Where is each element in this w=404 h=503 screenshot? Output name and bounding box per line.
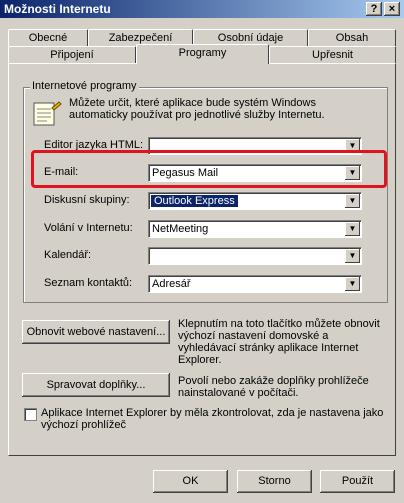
tab-uprestnit[interactable]: Upřesnit: [269, 46, 396, 63]
tab-programy[interactable]: Programy: [136, 44, 269, 64]
tab-label: Obecné: [28, 32, 68, 44]
internet-call-value: NetMeeting: [152, 223, 209, 235]
chevron-down-icon[interactable]: ▼: [345, 277, 360, 291]
newsgroups-label: Diskusní skupiny:: [44, 194, 130, 206]
manage-addons-button[interactable]: Spravovat doplňky...: [22, 373, 170, 397]
contacts-value: Adresář: [152, 278, 191, 290]
calendar-label: Kalendář:: [44, 249, 92, 261]
window-title: Možnosti Internetu: [4, 2, 111, 16]
tab-label: Zabezpečení: [108, 32, 173, 44]
manage-addons-description: Povolí nebo zakáže doplňky prohlížeče na…: [178, 375, 369, 399]
internet-call-label: Volání v Internetu:: [44, 222, 133, 234]
chevron-down-icon[interactable]: ▼: [345, 249, 360, 263]
tab-obsah[interactable]: Obsah: [308, 29, 396, 46]
group-description: Můžete určit, které aplikace bude systém…: [69, 97, 325, 121]
close-button[interactable]: ×: [384, 2, 400, 16]
internet-call-select[interactable]: NetMeeting ▼: [148, 220, 362, 238]
contacts-label: Seznam kontaktů:: [44, 277, 133, 289]
apply-button[interactable]: Použít: [320, 470, 395, 493]
default-browser-checkbox[interactable]: [24, 408, 37, 421]
calendar-select[interactable]: ▼: [148, 247, 362, 265]
ok-button[interactable]: OK: [153, 470, 228, 493]
tab-label: Upřesnit: [312, 49, 353, 61]
tab-pripojeni[interactable]: Připojení: [8, 46, 136, 63]
chevron-down-icon[interactable]: ▼: [345, 194, 360, 208]
group-title: Internetové programy: [30, 80, 139, 92]
tab-label: Programy: [178, 47, 227, 59]
help-button[interactable]: ?: [366, 2, 382, 16]
highlight-box: [31, 150, 387, 188]
contacts-select[interactable]: Adresář ▼: [148, 275, 362, 293]
tab-label: Připojení: [50, 49, 94, 61]
newsgroups-value: Outlook Express: [151, 195, 238, 207]
reset-web-description: Klepnutím na toto tlačítko můžete obnovi…: [178, 318, 380, 366]
chevron-down-icon[interactable]: ▼: [345, 222, 360, 236]
cancel-button[interactable]: Storno: [237, 470, 312, 493]
tab-label: Obsah: [335, 32, 369, 44]
notepad-icon: [33, 101, 62, 126]
reset-web-settings-button[interactable]: Obnovit webové nastavení...: [22, 320, 170, 344]
title-bar: Možnosti Internetu ? ×: [0, 0, 404, 18]
tab-obecne[interactable]: Obecné: [8, 29, 88, 46]
tab-label: Osobní údaje: [217, 32, 284, 44]
default-browser-label: Aplikace Internet Explorer by měla zkont…: [41, 407, 384, 431]
newsgroups-select[interactable]: Outlook Express ▼: [148, 192, 362, 210]
